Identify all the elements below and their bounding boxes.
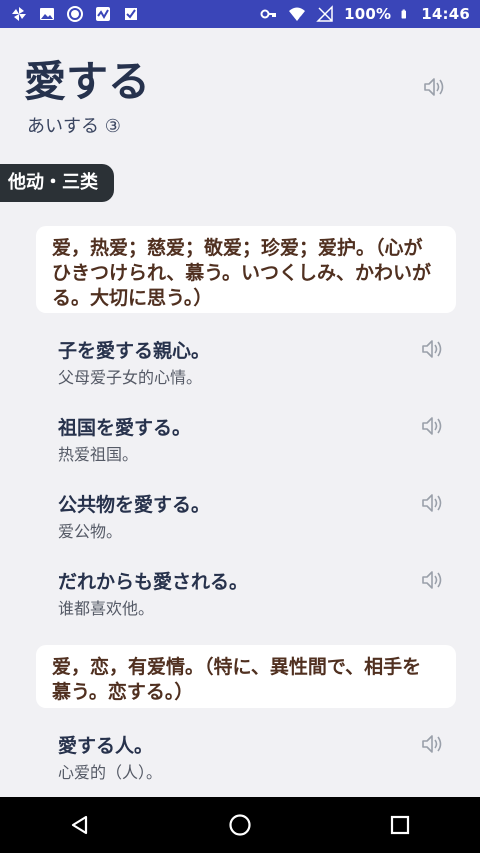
example-item: 公共物を愛する。 爱公物。 [58, 492, 438, 544]
navigation-bar [0, 797, 480, 853]
speaker-icon[interactable] [420, 491, 446, 515]
part-of-speech-tag: 他动・三类 [0, 164, 114, 202]
speaker-icon[interactable] [420, 568, 446, 592]
example-japanese: 祖国を愛する。 [58, 417, 192, 439]
battery-icon [401, 9, 407, 19]
example-translation: 热爱祖国。 [58, 445, 139, 464]
activity-icon [96, 7, 110, 21]
meaning-card: 爱，热爱；慈爱；敬爱；珍爱；爱护。（心がひきつけられ、慕う。いつくしみ、かわいが… [36, 226, 456, 313]
example-translation: 父母爱子女的心情。 [58, 368, 203, 387]
pinwheel-icon [12, 7, 26, 21]
meaning-card: 爱，恋，有爱情。（特に、異性間で、相手を慕う。恋する。） [36, 645, 456, 708]
example-translation: 心爱的（人）。 [58, 763, 163, 782]
notification-icons [10, 5, 140, 23]
wifi-icon [289, 7, 306, 22]
home-button[interactable] [226, 811, 254, 839]
example-item: 愛する人。 心爱的（人）。 [58, 733, 438, 785]
back-button[interactable] [66, 811, 94, 839]
speaker-icon[interactable] [420, 337, 446, 361]
example-item: 子を愛する親心。 父母爱子女的心情。 [58, 338, 438, 390]
example-translation: 爱公物。 [58, 522, 123, 541]
speaker-icon[interactable] [422, 74, 448, 100]
no-signal-icon [316, 5, 333, 22]
system-icons: 100% 14:46 [260, 5, 470, 23]
example-translation: 谁都喜欢他。 [58, 599, 155, 618]
record-icon [67, 6, 83, 22]
recents-square-icon [390, 815, 410, 835]
example-item: だれからも愛される。 谁都喜欢他。 [58, 569, 438, 621]
speaker-icon[interactable] [420, 414, 446, 438]
home-circle-icon [229, 814, 251, 836]
image-icon [40, 8, 54, 20]
example-japanese: 公共物を愛する。 [58, 494, 211, 516]
battery-percentage: 100% [344, 5, 392, 23]
status-bar: 100% 14:46 [0, 0, 480, 28]
reading: あいする ③ [27, 116, 121, 137]
vpn-key-icon [260, 9, 277, 19]
clock: 14:46 [421, 5, 470, 23]
example-item: 祖国を愛する。 热爱祖国。 [58, 415, 438, 467]
example-japanese: だれからも愛される。 [58, 571, 249, 593]
back-triangle-icon [71, 815, 88, 835]
example-japanese: 子を愛する親心。 [58, 340, 211, 362]
example-japanese: 愛する人。 [58, 735, 154, 757]
check-flag-icon [125, 8, 137, 20]
headword: 愛する [24, 57, 151, 106]
recents-button[interactable] [386, 811, 414, 839]
speaker-icon[interactable] [420, 732, 446, 756]
